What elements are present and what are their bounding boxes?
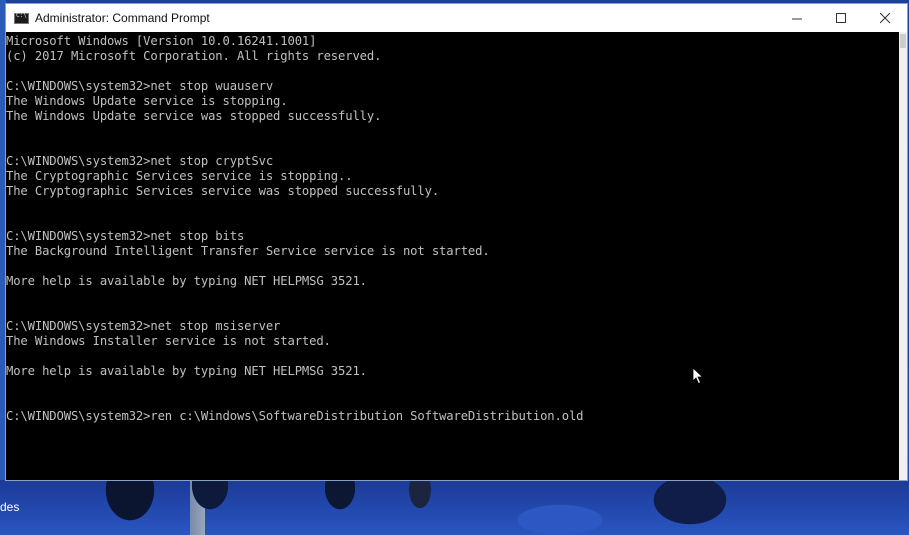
vertical-scrollbar[interactable]	[899, 32, 907, 480]
window-title: Administrator: Command Prompt	[35, 11, 210, 25]
console-line: The Cryptographic Services service was s…	[6, 184, 440, 198]
desktop-icon-label[interactable]: des	[0, 500, 19, 514]
console-output[interactable]: Microsoft Windows [Version 10.0.16241.10…	[6, 32, 899, 480]
cmd-icon	[14, 12, 29, 24]
mouse-pointer-icon	[692, 367, 704, 385]
console-line: The Background Intelligent Transfer Serv…	[6, 244, 490, 258]
minimize-icon	[791, 18, 802, 19]
console-line: C:\WINDOWS\system32>net stop wuauserv	[6, 79, 274, 93]
console-line: (c) 2017 Microsoft Corporation. All righ…	[6, 49, 382, 63]
minimize-button[interactable]	[775, 4, 819, 32]
console-line: More help is available by typing NET HEL…	[6, 364, 367, 378]
console-line: C:\WINDOWS\system32>net stop cryptSvc	[6, 154, 274, 168]
console-line: The Windows Installer service is not sta…	[6, 334, 331, 348]
console-line: The Windows Update service is stopping.	[6, 94, 288, 108]
console-line: The Windows Update service was stopped s…	[6, 109, 382, 123]
console-line: C:\WINDOWS\system32>ren c:\Windows\Softw…	[6, 409, 584, 423]
close-button[interactable]	[863, 4, 907, 32]
console-line: C:\WINDOWS\system32>net stop msiserver	[6, 319, 281, 333]
close-icon	[879, 12, 890, 23]
scrollbar-thumb[interactable]	[900, 34, 906, 48]
console-line: The Cryptographic Services service is st…	[6, 169, 353, 183]
console-line: More help is available by typing NET HEL…	[6, 274, 367, 288]
window-controls	[775, 4, 907, 32]
desktop-wallpaper	[0, 480, 909, 535]
maximize-button[interactable]	[819, 4, 863, 32]
title-bar[interactable]: Administrator: Command Prompt	[6, 4, 907, 32]
console-line: Microsoft Windows [Version 10.0.16241.10…	[6, 34, 317, 48]
console-line: C:\WINDOWS\system32>net stop bits	[6, 229, 245, 243]
maximize-icon	[835, 12, 846, 23]
command-prompt-window[interactable]: Administrator: Command Prompt Microsoft …	[5, 3, 908, 481]
